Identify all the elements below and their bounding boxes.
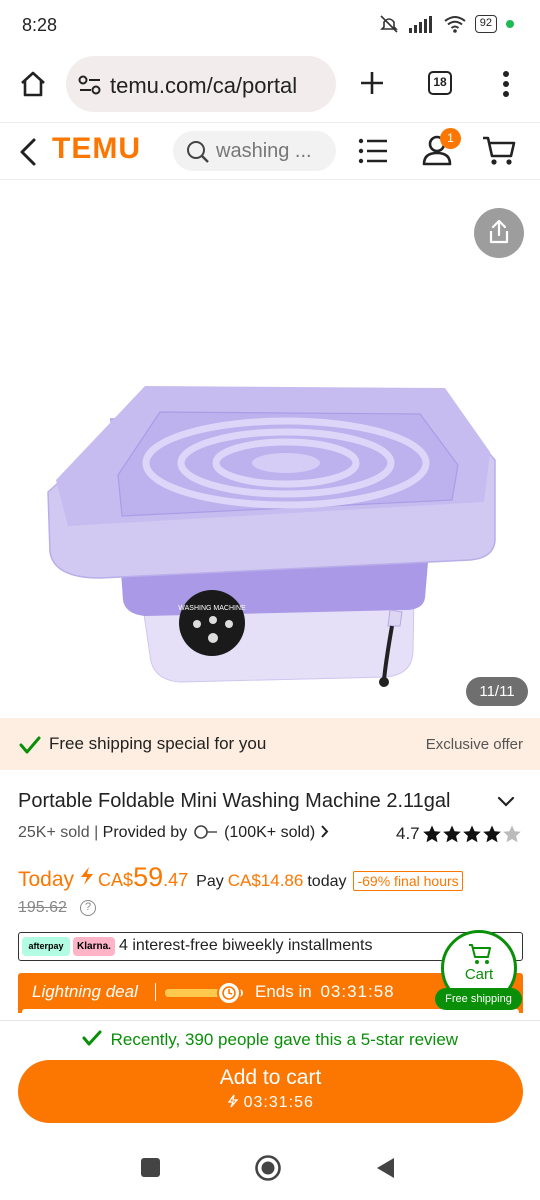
site-header: TEMU washing ... 1: [0, 122, 540, 180]
pay-amount: CA$14.86: [227, 871, 304, 890]
chevron-down-icon[interactable]: [497, 796, 515, 808]
search-icon: [187, 141, 209, 163]
shipping-text: Free shipping special for you: [49, 734, 267, 753]
afterpay-logo: afterpay: [22, 937, 70, 956]
back-nav-icon[interactable]: [374, 1156, 396, 1180]
rating-value: 4.7: [396, 824, 420, 843]
wifi-icon: [444, 16, 466, 33]
recents-icon[interactable]: [140, 1157, 161, 1178]
mute-icon: [379, 15, 398, 33]
klarna-logo: Klarna.: [73, 937, 115, 956]
divider: [155, 983, 156, 1001]
cart-label: Cart: [464, 966, 494, 983]
panel-label: WASHING MACHINE: [178, 605, 246, 612]
deal-countdown: 03:31:58: [320, 982, 395, 1001]
add-to-cart-label: Add to cart: [219, 1066, 322, 1089]
new-tab-icon[interactable]: [359, 70, 385, 96]
review-text: Recently, 390 people gave this a 5-star …: [110, 1030, 459, 1049]
star-rating-icon: [422, 825, 521, 843]
signal-icon: [408, 16, 432, 33]
search-placeholder: washing ...: [216, 140, 312, 162]
provided-by-label: Provided by: [102, 824, 188, 841]
review-notice: Recently, 390 people gave this a 5-star …: [0, 1029, 540, 1050]
chevron-right-icon[interactable]: [320, 825, 329, 838]
lightning-icon: [81, 867, 94, 885]
original-price: 195.62: [18, 899, 67, 916]
recording-dot: [506, 20, 514, 28]
seller-logo-icon: [193, 825, 217, 839]
seller-sold-count[interactable]: (100K+ sold): [224, 824, 315, 841]
pay-suffix: today: [307, 873, 347, 890]
status-time: 8:28: [22, 15, 58, 35]
cart-countdown: 03:31:56: [243, 1094, 314, 1111]
lightning-icon: [227, 1094, 239, 1108]
sales-info: 25K+ sold | Provided by (100K+ sold): [18, 824, 329, 842]
system-nav-bar: [0, 1136, 540, 1200]
home-icon[interactable]: [18, 69, 48, 99]
price-decimal: .47: [163, 870, 189, 890]
share-button[interactable]: [474, 208, 524, 258]
cart-icon: [469, 944, 491, 964]
home-nav-icon[interactable]: [254, 1154, 282, 1182]
price-row: Today CA$ 59 .47 Pay CA$14.86 today -69%…: [18, 862, 463, 893]
today-label: Today: [18, 868, 75, 891]
back-arrow-icon[interactable]: [18, 137, 38, 167]
more-menu-icon[interactable]: [502, 70, 510, 98]
deal-timer-icon: [217, 981, 241, 1005]
free-shipping-banner[interactable]: Free shipping special for you Exclusive …: [0, 718, 540, 770]
url-text: temu.com/ca/portal: [110, 73, 298, 98]
category-list-icon[interactable]: [358, 137, 388, 165]
discount-badge: -69% final hours: [353, 871, 463, 891]
product-image: WASHING MACHINE: [47, 386, 496, 687]
temu-logo[interactable]: TEMU: [52, 132, 141, 166]
price-integer: 59: [133, 862, 164, 892]
product-rating[interactable]: 4.7: [396, 824, 523, 844]
notification-badge: 1: [440, 128, 461, 149]
exclusive-offer-label: Exclusive offer: [425, 736, 523, 753]
battery-indicator: 92: [474, 15, 497, 33]
lightning-deal-label: Lightning deal: [32, 982, 138, 1001]
price-currency: CA$: [98, 870, 134, 890]
share-icon: [489, 219, 509, 244]
info-icon[interactable]: ?: [80, 900, 96, 916]
add-to-cart-timer: 03:31:56: [18, 1094, 523, 1112]
status-bar: 8:28 92: [0, 0, 540, 52]
installments-text: 4 interest-free biweekly installments: [119, 937, 373, 954]
product-gallery[interactable]: WASHING MACHINE 11/11: [0, 180, 540, 718]
add-to-cart-button[interactable]: Add to cart 03:31:56: [18, 1060, 523, 1123]
browser-toolbar: temu.com/ca/portal 18: [0, 52, 540, 122]
deal-progress-fill: [165, 989, 220, 997]
deal-ends-text: Ends in 03:31:58: [255, 982, 395, 1002]
pay-label: Pay: [196, 873, 224, 890]
address-bar[interactable]: temu.com/ca/portal: [66, 56, 336, 112]
sold-count: 25K+ sold: [18, 824, 90, 841]
free-shipping-badge: Free shipping: [435, 988, 522, 1010]
tab-switcher-button[interactable]: 18: [428, 71, 452, 95]
ends-in-label: Ends in: [255, 982, 312, 1001]
checkmark-icon: [19, 736, 41, 754]
checkmark-icon: [82, 1030, 102, 1046]
bottom-action-bar: Recently, 390 people gave this a 5-star …: [0, 1020, 540, 1136]
product-title: Portable Foldable Mini Washing Machine 2…: [18, 790, 451, 812]
search-input[interactable]: washing ...: [173, 131, 336, 171]
cart-icon[interactable]: [482, 135, 516, 167]
image-counter: 11/11: [466, 677, 528, 706]
site-settings-icon[interactable]: [78, 74, 102, 96]
